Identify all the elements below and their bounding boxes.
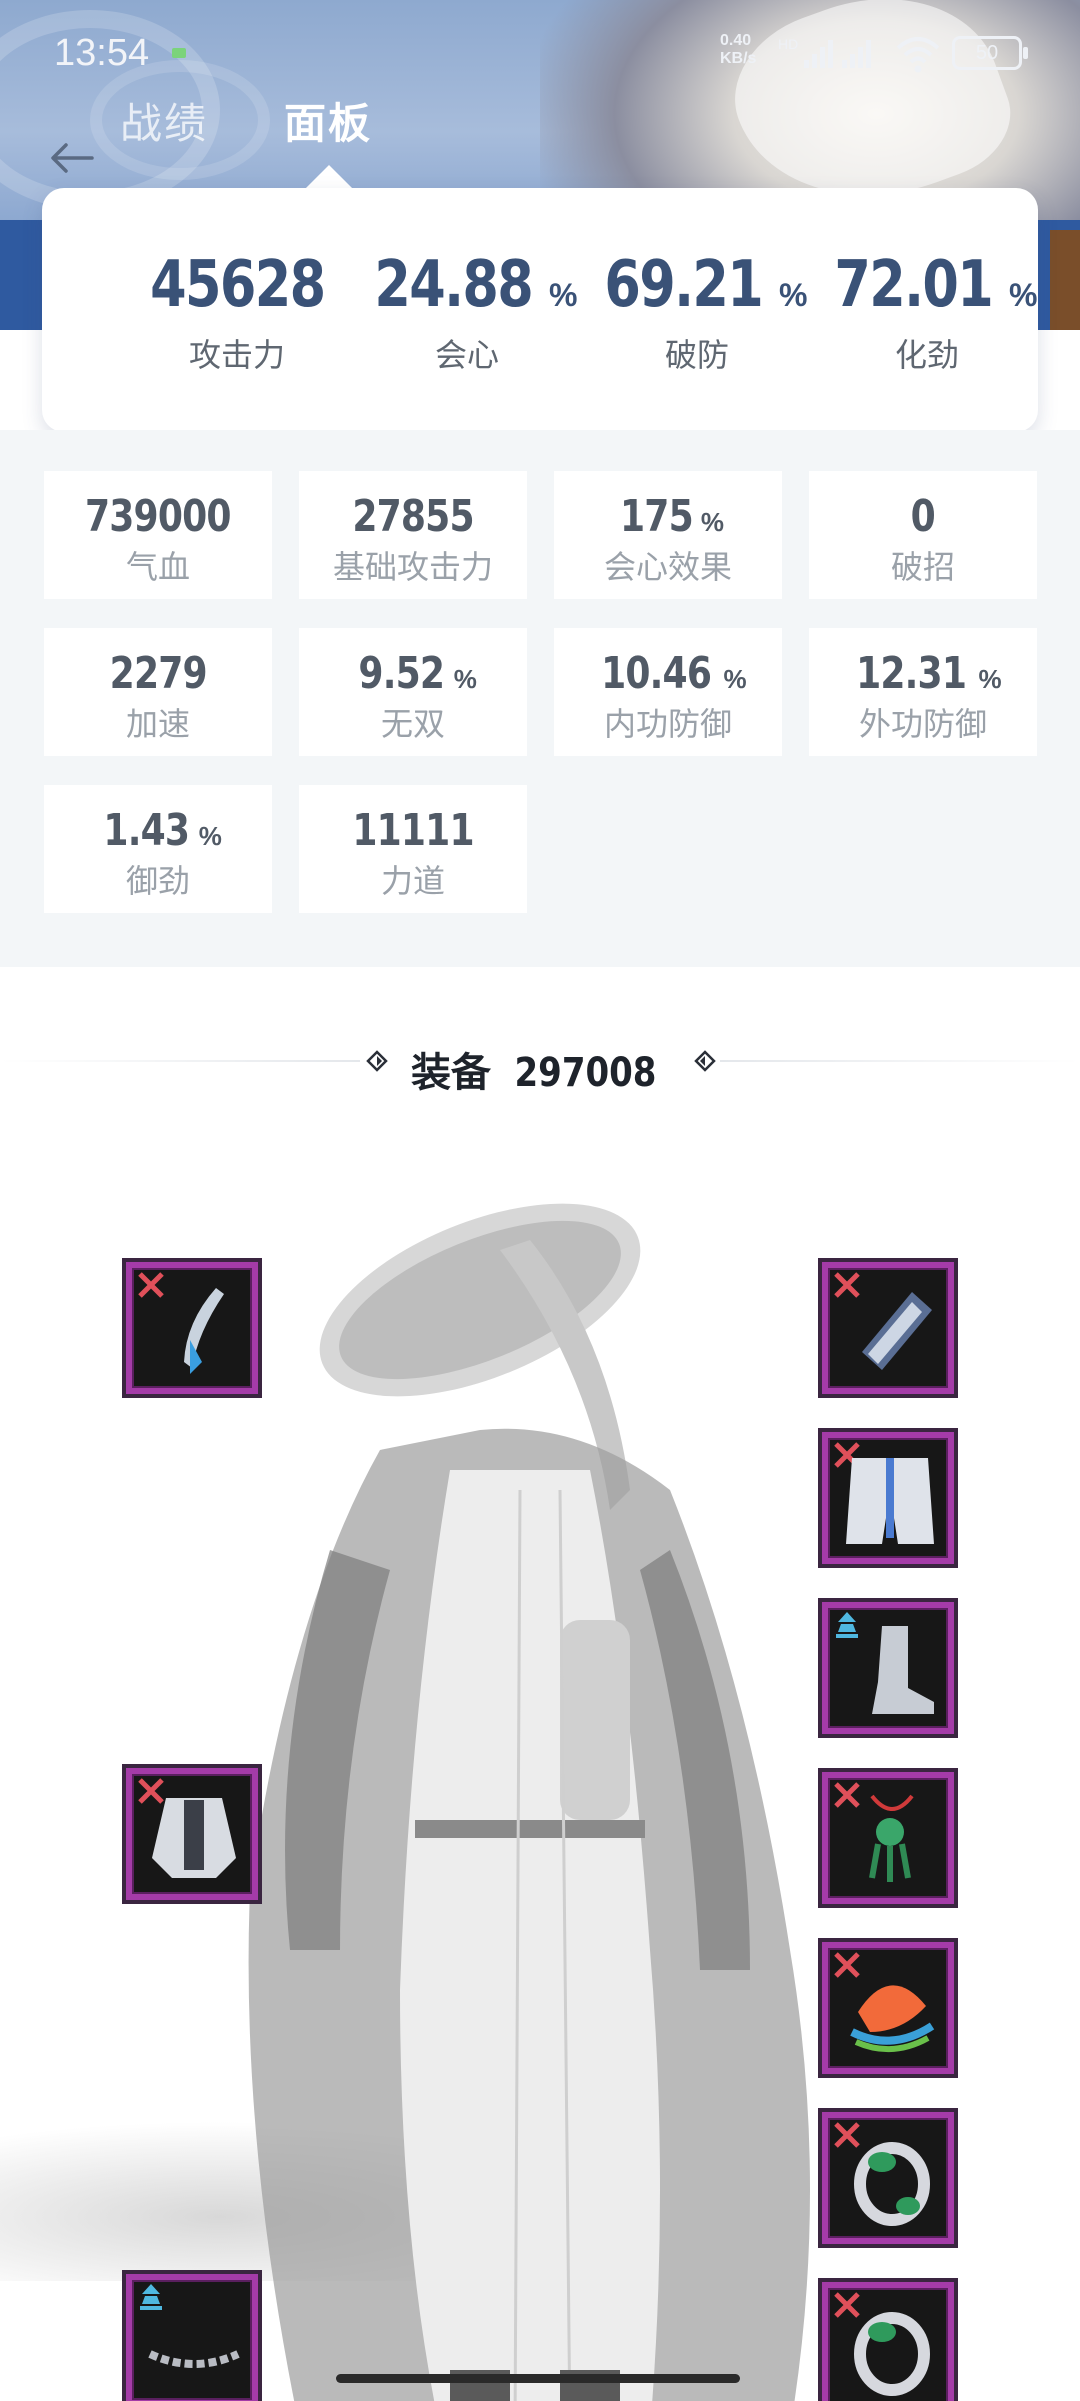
stat-unit: % xyxy=(978,664,1002,694)
status-time: 13:54 xyxy=(54,32,150,74)
stat-label: 基础攻击力 xyxy=(332,549,493,585)
stat-label: 加速 xyxy=(125,706,190,742)
home-indicator[interactable] xyxy=(336,2374,740,2383)
stat-value: 24.88 xyxy=(373,248,533,322)
stat-label: 攻击力 xyxy=(188,337,285,373)
chain-belt-icon xyxy=(148,2350,240,2368)
bracer-icon xyxy=(862,1292,932,1370)
stat-label: 化劲 xyxy=(894,337,959,373)
stat-unit: % xyxy=(548,277,578,313)
equip-slot-pants[interactable] xyxy=(818,1428,958,1568)
jade-ring-icon xyxy=(854,2142,930,2226)
stat-unit: % xyxy=(453,664,477,694)
substat-strain: 9.52% 无双 xyxy=(299,628,527,756)
stat-value: 9.52 xyxy=(358,648,446,699)
battery-icon: 50 xyxy=(952,36,1028,70)
stat-value: 1.43 xyxy=(103,805,191,856)
notification-icon xyxy=(172,48,186,58)
blade-icon xyxy=(184,1288,224,1374)
stat-resilience: 72.01% 化劲 xyxy=(812,248,1042,376)
stat-value: 739000 xyxy=(85,491,232,542)
robe-icon xyxy=(152,1798,236,1878)
fan-accessory-icon xyxy=(850,1985,935,2053)
stat-unit: % xyxy=(1008,277,1038,313)
substat-internal-defense: 10.46% 内功防御 xyxy=(554,628,782,756)
stat-label: 气血 xyxy=(125,549,190,585)
signal-icon xyxy=(842,40,871,68)
tab-panel[interactable]: 面板 xyxy=(284,90,372,151)
stat-label: 会心 xyxy=(434,337,499,373)
equipment-score: 297008 xyxy=(514,1050,657,1096)
stat-label: 御劲 xyxy=(125,863,190,899)
stat-label: 外功防御 xyxy=(858,706,987,742)
equip-slot-chest[interactable] xyxy=(122,1764,262,1904)
equip-slot-boots[interactable] xyxy=(818,1598,958,1738)
wifi-icon xyxy=(896,37,940,73)
equip-slot-ring2[interactable] xyxy=(818,2278,958,2401)
jade-pendant-icon xyxy=(869,1794,914,1882)
substat-strength: 11111 力道 xyxy=(299,785,527,913)
sub-stats-area: 739000 气血 27855 基础攻击力 175% 会心效果 0 破招 227… xyxy=(0,430,1080,967)
back-arrow-icon[interactable] xyxy=(48,140,96,176)
stat-label: 内功防御 xyxy=(603,706,732,742)
stat-value: 12.31 xyxy=(856,648,967,699)
stat-value: 72.01 xyxy=(833,248,993,322)
character-silhouette xyxy=(248,1203,810,2401)
network-type: HD xyxy=(778,36,799,52)
stat-unit: % xyxy=(700,507,724,537)
stat-value: 27855 xyxy=(352,491,474,542)
stat-unit: % xyxy=(198,821,222,851)
substat-crit-effect: 175% 会心效果 xyxy=(554,471,782,599)
stat-unit: % xyxy=(778,277,808,313)
jade-ring-icon xyxy=(854,2312,930,2396)
equipment-title: 装备 297008 xyxy=(0,1040,1080,1098)
equip-slot-weapon[interactable] xyxy=(122,1258,262,1398)
main-stats-card: 45628 攻击力 24.88% 会心 69.21% 破防 72.01% 化劲 xyxy=(42,188,1038,432)
signal-icon xyxy=(804,40,833,68)
stat-attack: 45628 攻击力 xyxy=(122,248,352,376)
equip-slot-ring1[interactable] xyxy=(818,2108,958,2248)
substat-base-attack: 27855 基础攻击力 xyxy=(299,471,527,599)
pants-icon xyxy=(846,1458,934,1544)
equipment-label: 装备 xyxy=(410,1051,491,1095)
stat-value: 0 xyxy=(910,491,936,542)
boot-icon xyxy=(872,1626,934,1714)
stat-value: 11111 xyxy=(352,805,474,856)
network-speed: 0.40 KB/s xyxy=(720,32,757,67)
substat-haste: 2279 加速 xyxy=(44,628,272,756)
stat-label: 破防 xyxy=(664,337,729,373)
stat-value: 175 xyxy=(619,491,694,542)
stat-label: 会心效果 xyxy=(603,549,732,585)
equip-slot-accessory[interactable] xyxy=(818,1938,958,2078)
stat-label: 破招 xyxy=(890,549,955,585)
substat-hp: 739000 气血 xyxy=(44,471,272,599)
substat-guard: 1.43% 御劲 xyxy=(44,785,272,913)
equip-slot-belt[interactable] xyxy=(122,2270,262,2401)
substat-external-defense: 12.31% 外功防御 xyxy=(809,628,1037,756)
equipment-header: 装备 297008 xyxy=(0,1040,1080,1100)
tab-record[interactable]: 战绩 xyxy=(120,90,208,151)
equip-slot-wrist[interactable] xyxy=(818,1258,958,1398)
banner-edge-detail xyxy=(1050,230,1080,330)
stat-label: 力道 xyxy=(380,863,445,899)
stat-penetration: 69.21% 破防 xyxy=(582,248,812,376)
diamond-ornament-icon xyxy=(694,1050,716,1072)
stat-critical: 24.88% 会心 xyxy=(352,248,582,376)
stat-unit: % xyxy=(723,664,747,694)
stat-label: 无双 xyxy=(380,706,445,742)
stat-value: 45628 xyxy=(149,248,326,322)
stat-value: 69.21 xyxy=(603,248,763,322)
stat-value: 2279 xyxy=(109,648,207,699)
substat-break: 0 破招 xyxy=(809,471,1037,599)
stat-value: 10.46 xyxy=(601,648,712,699)
equip-slot-pendant[interactable] xyxy=(818,1768,958,1908)
